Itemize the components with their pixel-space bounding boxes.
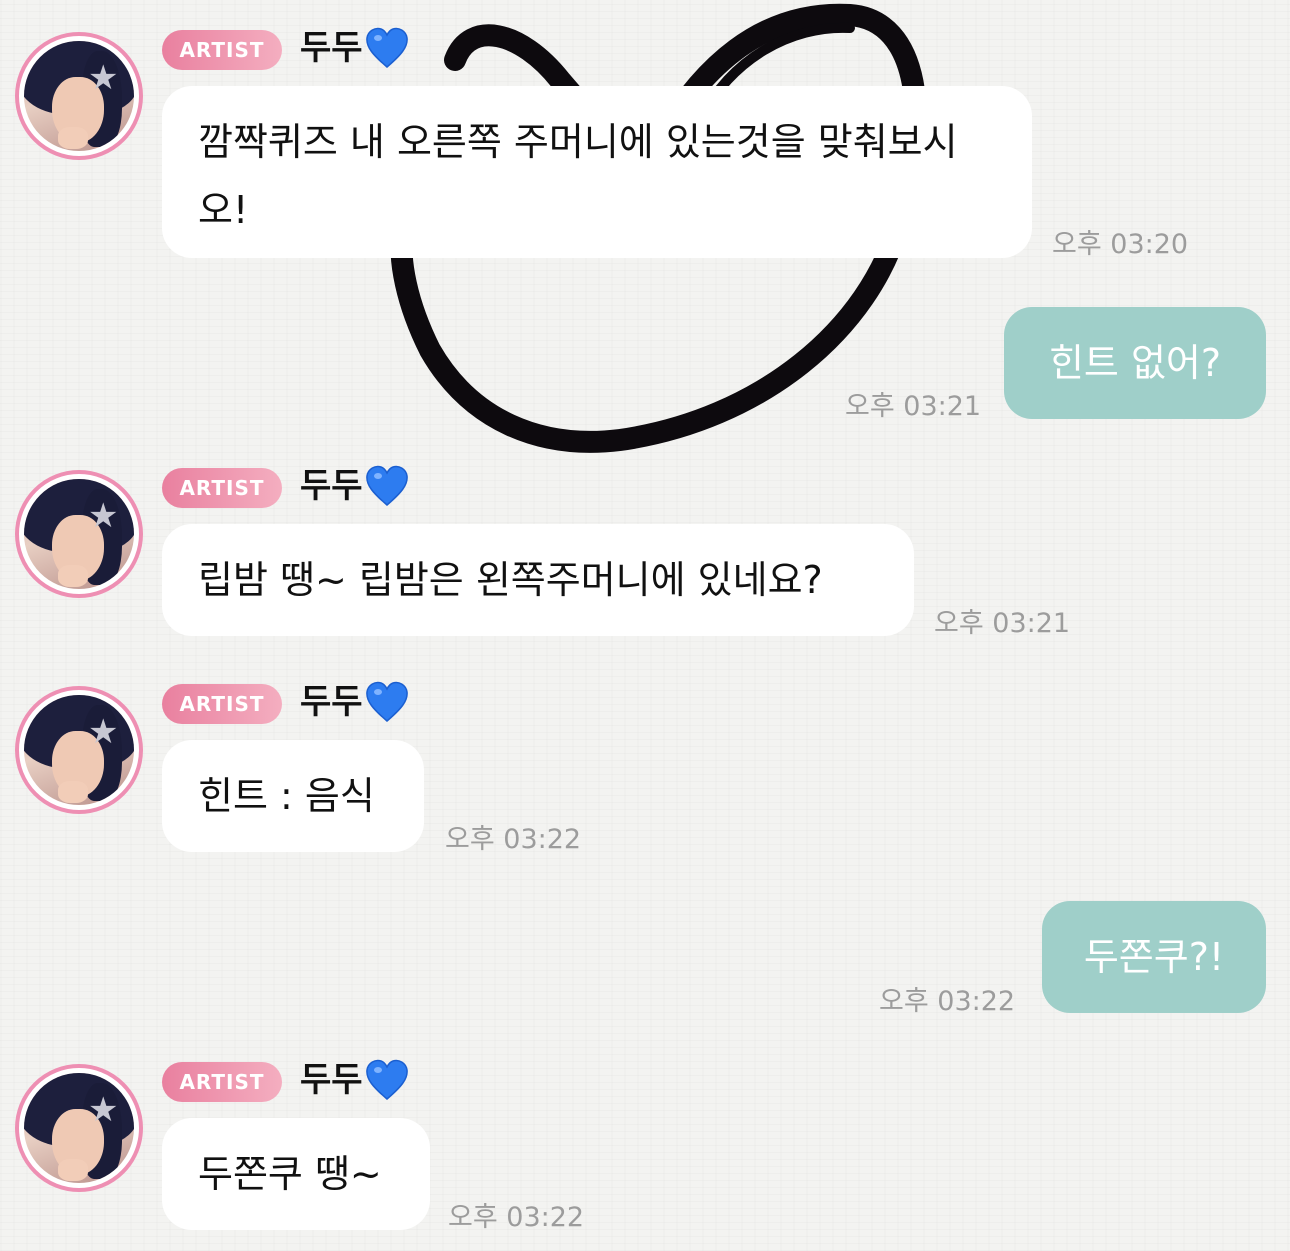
blue-heart-icon — [365, 465, 408, 506]
artist-name-text: 두두 — [300, 466, 363, 506]
artist-message-bubble[interactable]: 두쫀쿠 땡~ — [162, 1118, 430, 1230]
artist-name: 두두 — [300, 1058, 409, 1102]
message-timestamp: 오후 03:21 — [845, 391, 982, 422]
artist-avatar[interactable]: ★ — [15, 32, 143, 160]
artist-message-bubble[interactable]: 립밤 땡~ 립밤은 왼쪽주머니에 있네요? — [162, 524, 914, 636]
artist-avatar[interactable]: ★ — [15, 470, 143, 598]
blue-heart-icon — [365, 1059, 408, 1100]
artist-avatar[interactable]: ★ — [15, 1064, 143, 1192]
artist-name: 두두 — [300, 26, 409, 70]
message-timestamp: 오후 03:22 — [445, 824, 582, 855]
artist-message-bubble[interactable]: 힌트 : 음식 — [162, 740, 424, 852]
blue-heart-icon — [365, 27, 408, 68]
artist-name-text: 두두 — [300, 28, 363, 68]
star-clip-icon: ★ — [88, 712, 119, 752]
message-timestamp: 오후 03:22 — [879, 986, 1016, 1017]
artist-name-text: 두두 — [300, 682, 363, 722]
message-text: 힌트 : 음식 — [198, 774, 375, 818]
message-timestamp: 오후 03:20 — [1052, 229, 1189, 260]
artist-message-bubble[interactable]: 깜짝퀴즈 내 오른쪽 주머니에 있는것을 맞춰보시오! — [162, 86, 1032, 258]
star-clip-icon: ★ — [88, 58, 119, 98]
star-clip-icon: ★ — [88, 496, 119, 536]
artist-name-text: 두두 — [300, 1060, 363, 1100]
message-timestamp: 오후 03:22 — [448, 1202, 585, 1233]
message-text: 두쫀쿠 땡~ — [198, 1152, 382, 1196]
artist-badge: ARTIST — [162, 468, 282, 508]
artist-badge: ARTIST — [162, 30, 282, 70]
my-message-bubble[interactable]: 두쫀쿠?! — [1042, 901, 1266, 1013]
message-text: 힌트 없어? — [1048, 341, 1222, 385]
my-message-bubble[interactable]: 힌트 없어? — [1004, 307, 1266, 419]
artist-badge: ARTIST — [162, 684, 282, 724]
message-text: 두쫀쿠?! — [1083, 935, 1225, 979]
message-text: 깜짝퀴즈 내 오른쪽 주머니에 있는것을 맞춰보시오! — [198, 120, 958, 232]
artist-name: 두두 — [300, 464, 409, 508]
artist-name: 두두 — [300, 680, 409, 724]
message-text: 립밤 땡~ 립밤은 왼쪽주머니에 있네요? — [198, 558, 823, 602]
star-clip-icon: ★ — [88, 1090, 119, 1130]
message-timestamp: 오후 03:21 — [934, 608, 1071, 639]
artist-badge: ARTIST — [162, 1062, 282, 1102]
artist-avatar[interactable]: ★ — [15, 686, 143, 814]
blue-heart-icon — [365, 681, 408, 722]
